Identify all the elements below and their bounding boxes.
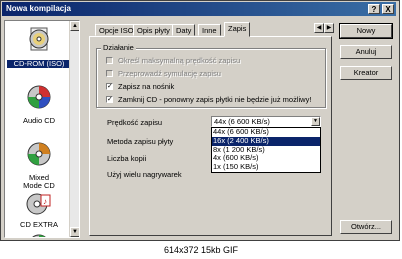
wizard-button[interactable]: Kreator	[340, 66, 392, 80]
simulation-label: Przeprowadź symulację zapisu	[118, 69, 221, 78]
category-label: Audio CD	[22, 116, 56, 125]
speed-select[interactable]: 44x (6 600 KB/s) ▼	[211, 116, 321, 127]
multi-recorder-label: Użyj wielu nagrywarek	[107, 170, 182, 179]
category-cd-extra[interactable]: ♪ CD EXTRA	[7, 191, 71, 229]
write-label: Zapisz na nośnik	[118, 82, 175, 91]
audio-cd-icon	[27, 85, 51, 109]
simulation-checkbox[interactable]	[106, 70, 113, 77]
action-group-title: Działanie	[101, 43, 136, 52]
cdrom-icon	[29, 27, 49, 51]
category-mixed-mode-cd[interactable]: Mixed Mode CD	[7, 140, 71, 190]
speed-dropdown-list[interactable]: 44x (6 600 KB/s) 16x (2 400 KB/s) 8x (1 …	[211, 127, 321, 173]
tab-burn[interactable]: Zapis	[224, 22, 251, 37]
help-button[interactable]: ?	[368, 4, 380, 14]
category-cdrom-iso[interactable]: CD-ROM (ISO)	[7, 26, 71, 68]
tab-left-arrow-icon[interactable]: ◀	[314, 23, 324, 33]
window-title: Nowa kompilacja	[6, 4, 71, 13]
open-button[interactable]: Otwórz...	[340, 220, 392, 234]
category-next[interactable]	[7, 233, 71, 237]
speed-option[interactable]: 1x (150 KB/s)	[212, 162, 320, 172]
max-speed-label: Określ maksymalną prędkość zapisu	[118, 56, 241, 65]
finalize-cd-label: Zamknij CD - ponowny zapis płytki nie bę…	[118, 95, 312, 104]
new-button[interactable]: Nowy	[339, 23, 393, 39]
tab-misc[interactable]: Inne	[198, 24, 221, 36]
chevron-down-icon[interactable]: ▼	[311, 117, 320, 126]
scroll-up-icon[interactable]: ▲	[70, 21, 79, 31]
tab-right-arrow-icon[interactable]: ▶	[324, 23, 334, 33]
finalize-cd-checkbox[interactable]: ✓	[106, 96, 113, 103]
close-button[interactable]: X	[382, 4, 394, 14]
svg-text:♪: ♪	[43, 197, 47, 206]
scroll-down-icon[interactable]: ▼	[70, 227, 79, 237]
title-bar[interactable]: Nowa kompilacja ? X	[2, 2, 396, 16]
copies-label: Liczba kopii	[107, 154, 147, 163]
category-label: Mixed Mode CD	[23, 173, 55, 190]
max-speed-checkbox[interactable]	[106, 57, 113, 64]
tab-dates[interactable]: Daty	[172, 24, 196, 36]
compilation-type-list[interactable]: CD-ROM (ISO) Audio CD Mixed Mode CD ♪ CD…	[4, 20, 80, 238]
category-label: CD EXTRA	[20, 220, 58, 229]
speed-label: Prędkość zapisu	[107, 118, 163, 127]
cancel-button[interactable]: Anuluj	[340, 45, 392, 59]
write-checkbox[interactable]: ✓	[106, 83, 113, 90]
image-caption: 614x372 15kb GIF	[0, 241, 402, 259]
cd-extra-icon: ♪	[26, 193, 51, 215]
category-label: CD-ROM (ISO)	[7, 60, 71, 68]
cd-icon	[32, 234, 46, 237]
tab-iso-options[interactable]: Opcje ISO	[95, 24, 138, 36]
mixed-mode-cd-icon	[27, 142, 51, 166]
method-label: Metoda zapisu płyty	[107, 137, 174, 146]
speed-select-value: 44x (6 600 KB/s)	[214, 117, 270, 126]
category-scrollbar[interactable]: ▲ ▼	[69, 21, 79, 237]
tab-disc-info[interactable]: Opis płyty	[133, 24, 174, 36]
category-audio-cd[interactable]: Audio CD	[7, 83, 71, 125]
